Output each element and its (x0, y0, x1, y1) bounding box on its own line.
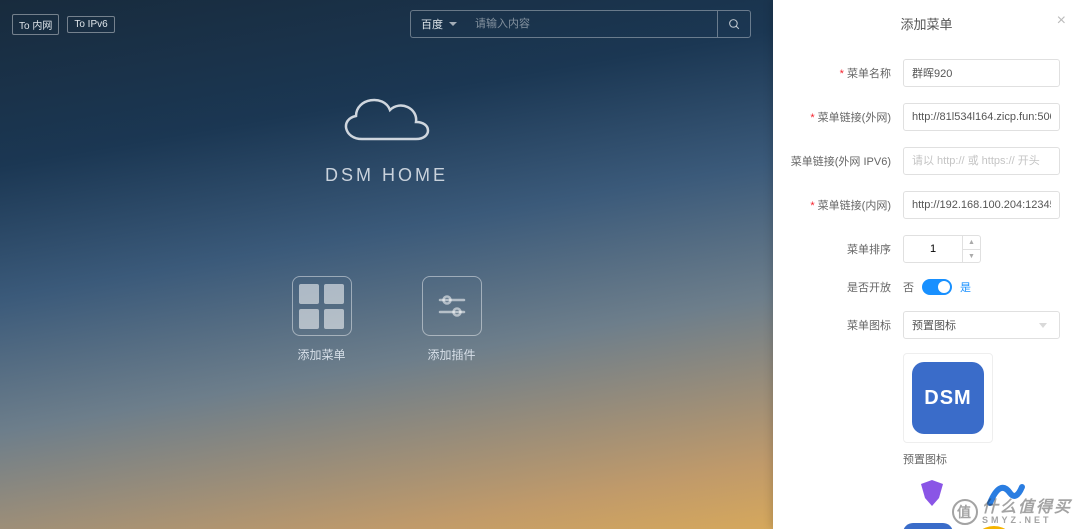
watermark-sub: SMYZ.NET (982, 516, 1072, 525)
open-yes-label: 是 (960, 279, 971, 295)
tag-to-intranet[interactable]: To 内网 (12, 14, 59, 35)
search-group: 百度 (410, 10, 751, 38)
tag-to-ipv6[interactable]: To IPv6 (67, 16, 114, 33)
open-no-label: 否 (903, 279, 914, 295)
label-link-wan: 菜单链接(外网) (773, 109, 903, 125)
label-menu-name: 菜单名称 (773, 65, 903, 81)
add-plugin-label: 添加插件 (427, 346, 475, 363)
home-logo: DSM HOME (0, 84, 773, 186)
label-open: 是否开放 (773, 279, 903, 295)
label-link-wan-ipv6: 菜单链接(外网 IPV6) (773, 153, 903, 169)
watermark: 值 什么值得买 SMYZ.NET (952, 499, 1072, 525)
top-bar: To 内网 To IPv6 百度 (0, 0, 773, 48)
center-area: DSM HOME 添加菜单 添加插件 (0, 84, 773, 363)
watermark-badge-icon: 值 (952, 499, 978, 525)
dsm-tile-icon: DSM (912, 362, 984, 434)
search-input[interactable] (467, 10, 717, 38)
add-menu-drawer: 添加菜单 × 菜单名称 菜单链接(外网) 菜单链接(外网 IPV6) 菜单链接(… (773, 0, 1080, 529)
chevron-down-icon (1039, 323, 1047, 328)
input-menu-name[interactable] (903, 59, 1060, 87)
add-menu-launcher[interactable]: 添加菜单 (292, 276, 352, 363)
search-icon (728, 18, 741, 31)
search-engine-select[interactable]: 百度 (410, 10, 467, 38)
sliders-icon (434, 288, 470, 324)
input-link-wan-ipv6[interactable] (903, 147, 1060, 175)
icon-select[interactable]: 预置图标 (903, 311, 1060, 339)
icon-preview: DSM (903, 353, 993, 443)
order-step-down[interactable]: ▼ (963, 249, 981, 263)
shield-down-icon (915, 476, 949, 510)
search-engine-label: 百度 (421, 16, 443, 32)
watermark-text: 什么值得买 (982, 500, 1072, 516)
order-step-up[interactable]: ▲ (963, 235, 981, 249)
search-button[interactable] (717, 10, 751, 38)
close-icon[interactable]: × (1057, 12, 1066, 30)
add-plugin-launcher[interactable]: 添加插件 (422, 276, 482, 363)
drawer-header: 添加菜单 × (773, 0, 1080, 47)
label-order: 菜单排序 (773, 241, 903, 257)
drawer-body: 菜单名称 菜单链接(外网) 菜单链接(外网 IPV6) 菜单链接(内网) 菜单排… (773, 47, 1080, 529)
input-order[interactable] (903, 235, 963, 263)
icon-select-value: 预置图标 (912, 317, 956, 333)
dashboard-background: To 内网 To IPv6 百度 DSM HOME 添加菜 (0, 0, 773, 529)
input-link-lan[interactable] (903, 191, 1060, 219)
preset-icon-dsm[interactable]: DSM (903, 523, 953, 529)
label-link-lan: 菜单链接(内网) (773, 197, 903, 213)
input-link-wan[interactable] (903, 103, 1060, 131)
home-title: DSM HOME (0, 165, 773, 186)
drawer-title: 添加菜单 (900, 17, 952, 32)
chevron-down-icon (449, 22, 457, 26)
add-menu-label: 添加菜单 (297, 346, 345, 363)
label-icon: 菜单图标 (773, 317, 903, 333)
grid-icon (292, 276, 352, 336)
label-preset-icons: 预置图标 (903, 451, 1060, 467)
open-switch[interactable] (922, 279, 952, 295)
cloud-icon (332, 84, 442, 154)
